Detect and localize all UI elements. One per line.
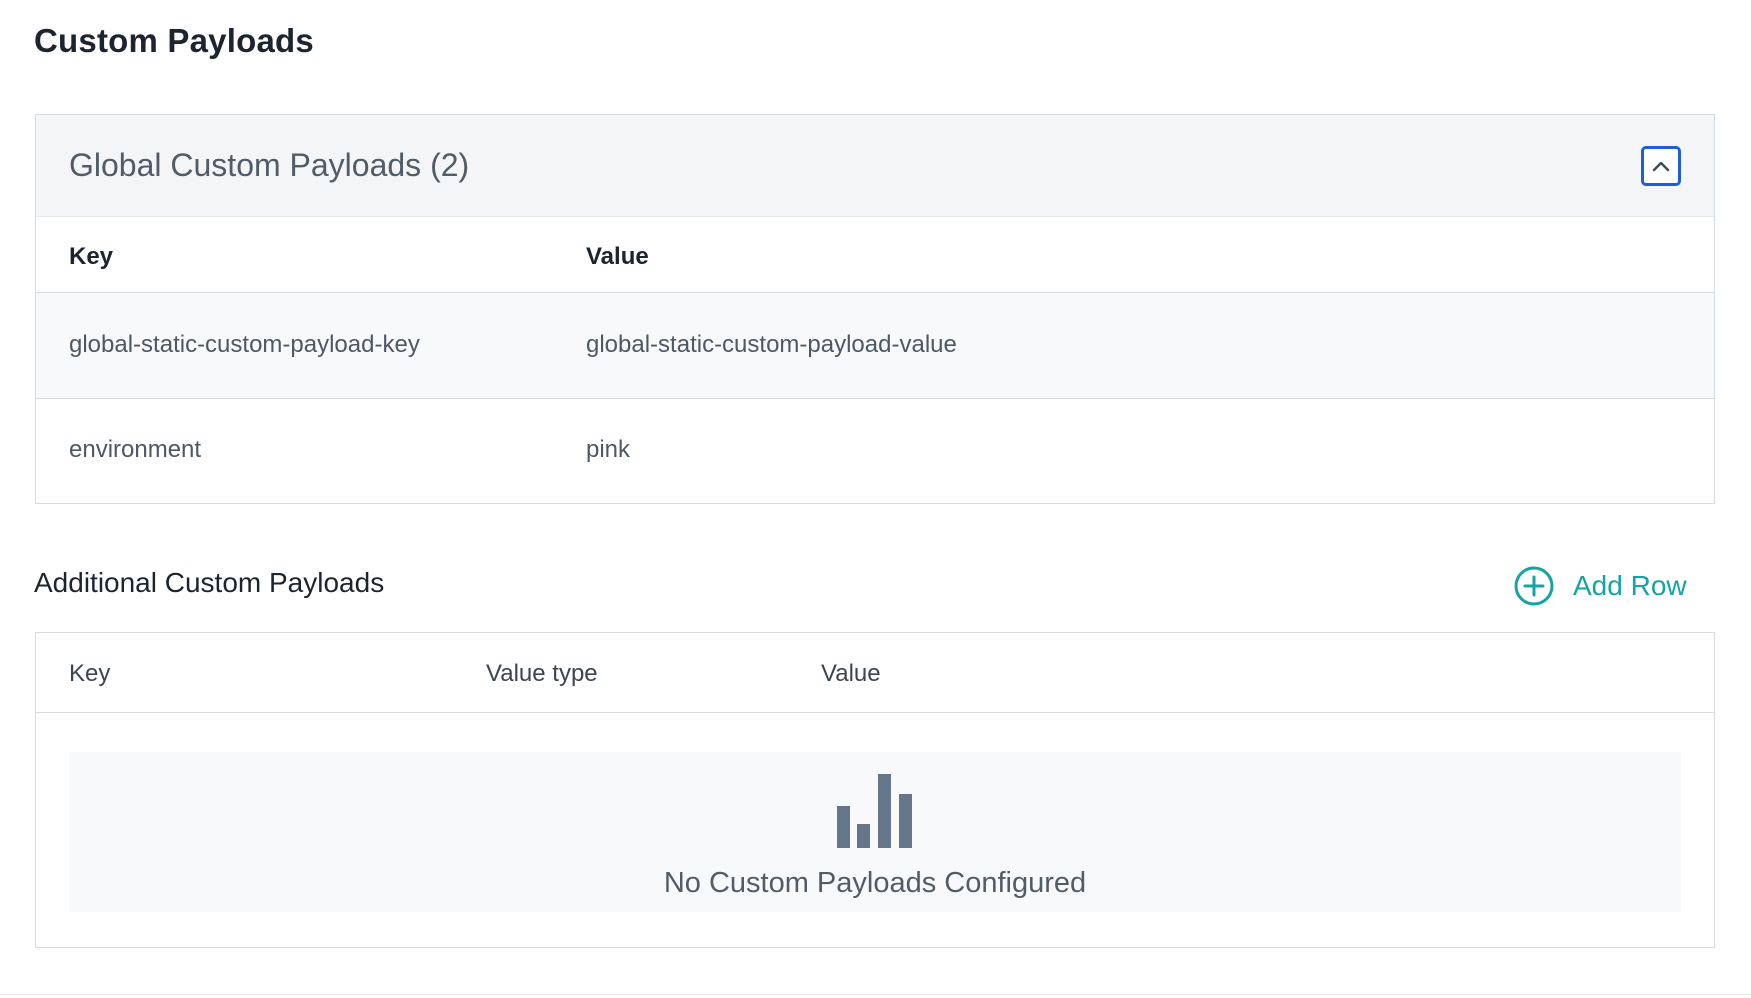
table-row: global-static-custom-payload-key global-…: [36, 293, 1714, 399]
additional-payloads-panel: Key Value type Value No Custom Payloads …: [35, 632, 1715, 948]
global-table-header: Key Value: [36, 217, 1714, 293]
bar-chart-icon: [837, 774, 912, 848]
add-row-label: Add Row: [1573, 570, 1687, 601]
column-header-key: Key: [69, 660, 111, 687]
empty-state-message: No Custom Payloads Configured: [663, 867, 1087, 899]
row-value: pink: [586, 436, 631, 463]
row-value: global-static-custom-payload-value: [586, 331, 957, 358]
row-key: environment: [69, 436, 202, 463]
empty-state: No Custom Payloads Configured: [69, 752, 1681, 912]
additional-table-header: Key Value type Value: [36, 633, 1714, 713]
column-header-value-type: Value type: [486, 660, 598, 687]
page-title: Custom Payloads: [34, 22, 314, 59]
collapse-button[interactable]: [1641, 146, 1681, 186]
global-payloads-panel: Global Custom Payloads (2) Key Value glo…: [35, 114, 1715, 504]
divider: [0, 994, 1751, 995]
plus-circle-icon: [1514, 566, 1554, 606]
additional-payloads-title: Additional Custom Payloads: [34, 567, 385, 598]
column-header-value: Value: [821, 660, 881, 687]
column-header-value: Value: [586, 243, 649, 270]
table-row: environment pink: [36, 399, 1714, 503]
row-key: global-static-custom-payload-key: [69, 331, 420, 358]
global-payloads-header[interactable]: Global Custom Payloads (2): [36, 115, 1714, 217]
add-row-button[interactable]: Add Row: [1513, 564, 1687, 608]
global-payloads-title: Global Custom Payloads (2): [69, 147, 470, 183]
chevron-up-icon: [1652, 161, 1670, 172]
column-header-key: Key: [69, 243, 114, 270]
